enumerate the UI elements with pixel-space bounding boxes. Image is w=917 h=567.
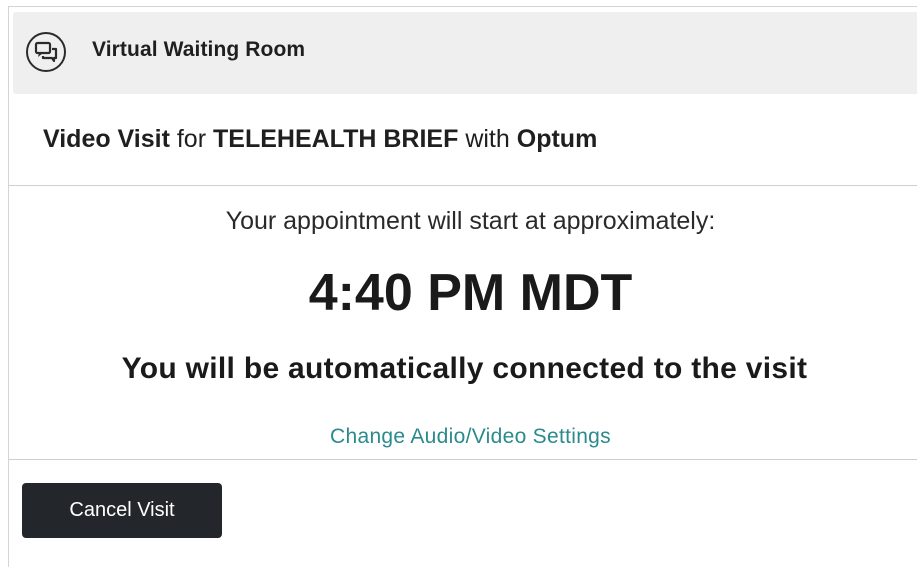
waiting-room-panel: Virtual Waiting Room Video Visit for TEL… <box>8 6 917 567</box>
cancel-visit-button[interactable]: Cancel Visit <box>22 483 222 538</box>
visit-provider: Optum <box>516 125 598 153</box>
visit-name: TELEHEALTH BRIEF <box>213 125 459 153</box>
change-av-settings-link[interactable]: Change Audio/Video Settings <box>9 425 917 449</box>
appointment-time: 4:40 PM MDT <box>308 264 633 322</box>
panel-header: Virtual Waiting Room <box>13 12 917 94</box>
visit-type: Video Visit <box>43 125 170 153</box>
visit-with-text: with <box>465 125 510 153</box>
divider <box>9 185 917 186</box>
chat-bubbles-icon <box>26 32 66 72</box>
visit-description: Video Visit for TELEHEALTH BRIEF with Op… <box>43 125 597 154</box>
appointment-approx-label: Your appointment will start at approxima… <box>225 207 716 235</box>
visit-for-text: for <box>176 125 207 153</box>
divider <box>9 459 917 460</box>
header-title: Virtual Waiting Room <box>92 38 306 61</box>
auto-connect-message: You will be automatically connected to t… <box>121 352 808 385</box>
